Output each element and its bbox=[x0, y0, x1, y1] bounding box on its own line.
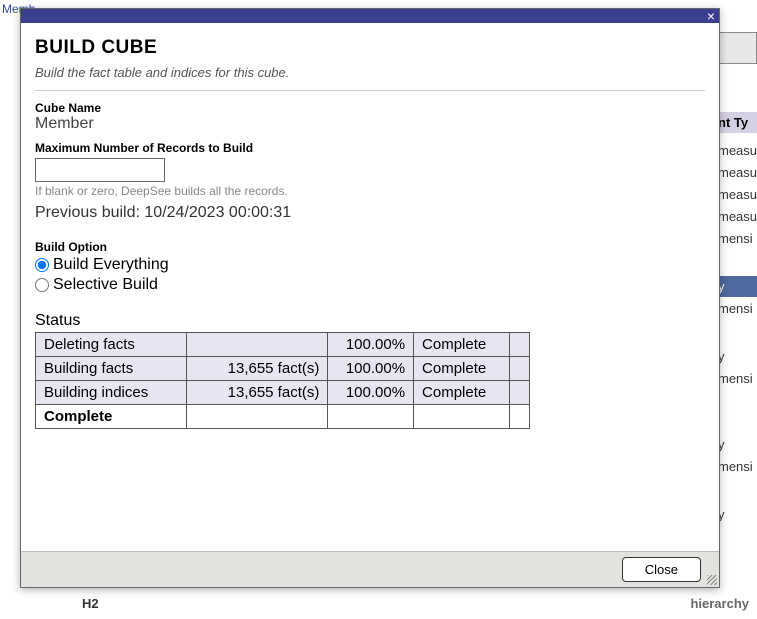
bg-tab-box bbox=[719, 32, 757, 64]
status-count bbox=[187, 333, 328, 357]
bg-hierarchy-label: hierarchy bbox=[690, 596, 749, 611]
selective-build-option[interactable]: Selective Build bbox=[35, 276, 705, 294]
max-records-input[interactable] bbox=[35, 158, 165, 182]
max-records-hint: If blank or zero, DeepSee builds all the… bbox=[35, 184, 705, 198]
status-label: Status bbox=[35, 312, 705, 330]
dialog-subtitle: Build the fact table and indices for thi… bbox=[35, 65, 705, 80]
build-cube-dialog: × BUILD CUBE Build the fact table and in… bbox=[20, 8, 720, 588]
status-extra bbox=[509, 357, 529, 381]
status-extra bbox=[509, 405, 529, 429]
build-everything-option[interactable]: Build Everything bbox=[35, 256, 705, 274]
status-task: Complete bbox=[36, 405, 187, 429]
table-row: Building facts13,655 fact(s)100.00%Compl… bbox=[36, 357, 530, 381]
table-row: Deleting facts 100.00%Complete bbox=[36, 333, 530, 357]
bg-bottom-row: H2 hierarchy bbox=[0, 591, 757, 615]
cube-name-label: Cube Name bbox=[35, 101, 705, 115]
selective-build-label: Selective Build bbox=[53, 276, 158, 294]
dialog-footer: Close bbox=[21, 551, 719, 587]
close-button[interactable]: Close bbox=[622, 557, 701, 582]
status-count: 13,655 fact(s) bbox=[187, 357, 328, 381]
status-pct: 100.00% bbox=[328, 357, 414, 381]
build-everything-radio[interactable] bbox=[35, 258, 49, 272]
status-task: Building indices bbox=[36, 381, 187, 405]
dialog-titlebar: × bbox=[21, 9, 719, 23]
status-count: 13,655 fact(s) bbox=[187, 381, 328, 405]
cube-name-value: Member bbox=[35, 115, 705, 133]
status-state: Complete bbox=[414, 381, 510, 405]
previous-build-text: Previous build: 10/24/2023 00:00:31 bbox=[35, 204, 705, 222]
dialog-body: BUILD CUBE Build the fact table and indi… bbox=[21, 23, 719, 551]
build-everything-label: Build Everything bbox=[53, 256, 169, 274]
build-option-label: Build Option bbox=[35, 240, 705, 254]
status-pct: 100.00% bbox=[328, 381, 414, 405]
status-table: Deleting facts100.00%CompleteBuilding fa… bbox=[35, 332, 530, 429]
status-count bbox=[187, 405, 328, 429]
table-row: Complete bbox=[36, 405, 530, 429]
dialog-title: BUILD CUBE bbox=[35, 37, 705, 59]
status-extra bbox=[509, 333, 529, 357]
status-extra bbox=[509, 381, 529, 405]
max-records-label: Maximum Number of Records to Build bbox=[35, 141, 705, 155]
status-state bbox=[414, 405, 510, 429]
resize-grip-icon[interactable] bbox=[707, 575, 717, 585]
close-icon[interactable]: × bbox=[707, 9, 715, 23]
status-task: Building facts bbox=[36, 357, 187, 381]
status-pct: 100.00% bbox=[328, 333, 414, 357]
status-task: Deleting facts bbox=[36, 333, 187, 357]
bg-h2-label: H2 bbox=[82, 596, 99, 611]
status-pct bbox=[328, 405, 414, 429]
status-state: Complete bbox=[414, 333, 510, 357]
divider bbox=[35, 90, 705, 91]
selective-build-radio[interactable] bbox=[35, 278, 49, 292]
table-row: Building indices13,655 fact(s)100.00%Com… bbox=[36, 381, 530, 405]
status-state: Complete bbox=[414, 357, 510, 381]
